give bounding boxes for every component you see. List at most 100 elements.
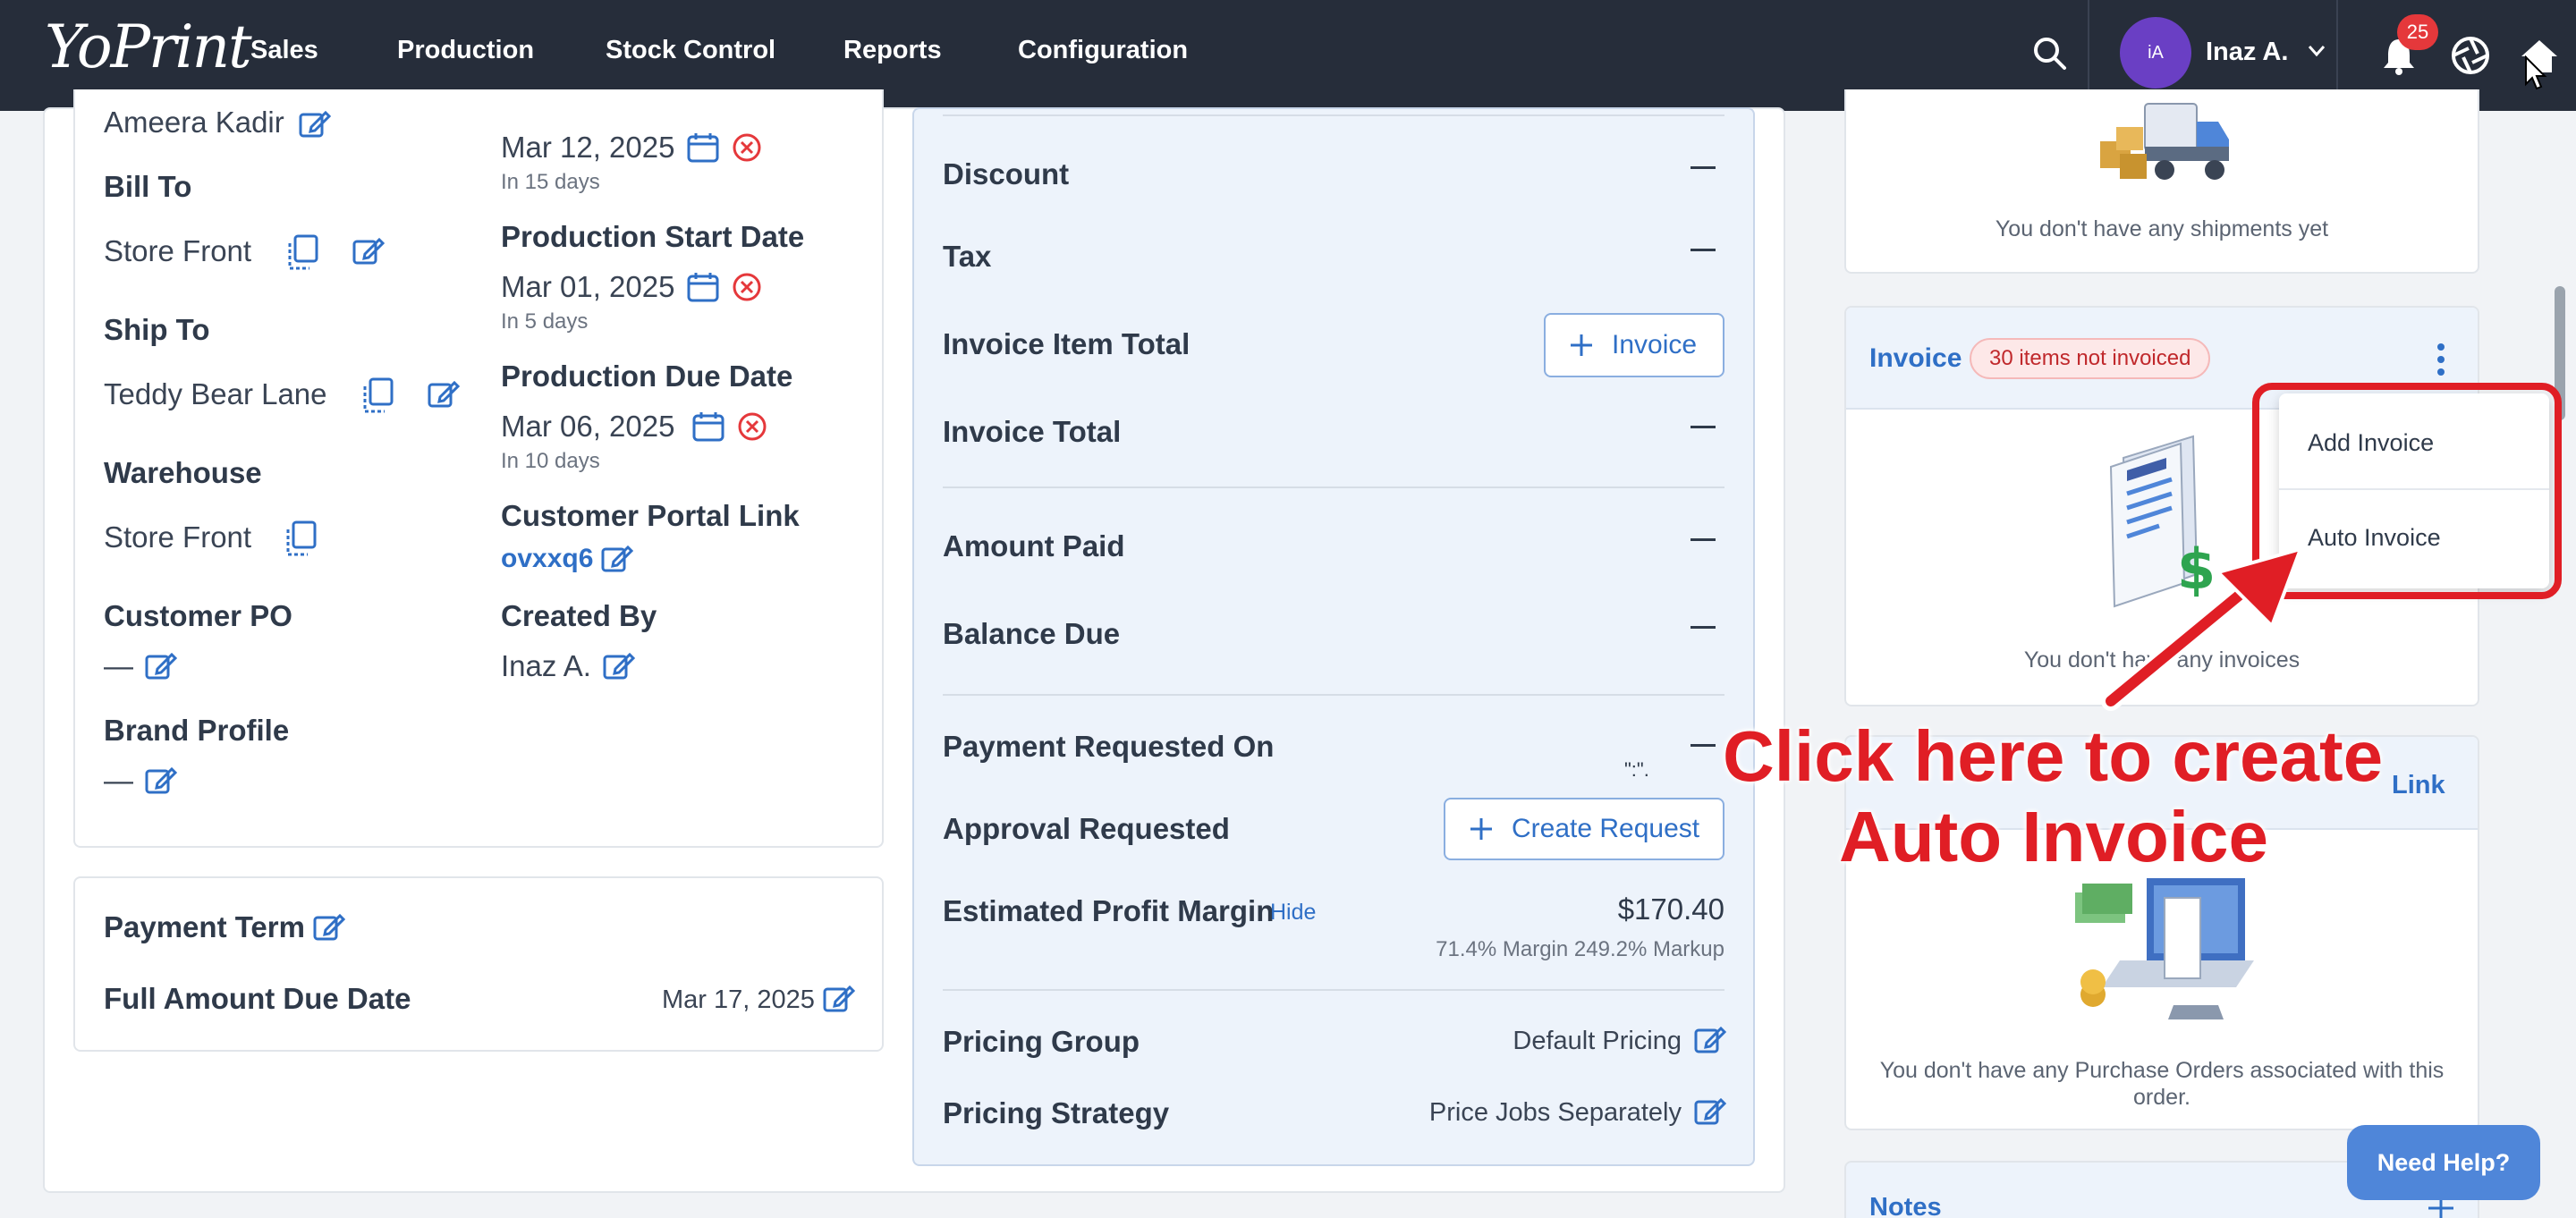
copy-icon[interactable] — [361, 377, 394, 413]
clear-date-icon[interactable] — [737, 411, 767, 442]
payment-requested-label: Payment Requested On — [943, 730, 1275, 763]
edit-icon[interactable] — [145, 651, 177, 681]
margin-markup-text: 71.4% Margin 249.2% Markup — [1436, 937, 1724, 961]
customer-po-value: — — [104, 649, 133, 682]
customer-portal-label: Customer Portal Link — [501, 499, 800, 532]
ship-to-label: Ship To — [104, 313, 210, 346]
link-purchase-order[interactable]: Link — [2392, 771, 2445, 800]
pricing-strategy-label: Pricing Strategy — [943, 1096, 1170, 1129]
edit-icon[interactable] — [603, 651, 635, 681]
amount-paid-label: Amount Paid — [943, 529, 1125, 562]
sales-rep-value: Ameera Kadir — [104, 106, 284, 139]
user-name: Inaz A. — [2206, 38, 2289, 66]
edit-icon[interactable] — [1694, 1025, 1726, 1055]
profit-value: $170.40 — [1617, 892, 1724, 926]
nav-stock-control[interactable]: Stock Control — [606, 36, 775, 65]
bill-to-label: Bill To — [104, 170, 192, 203]
search-icon[interactable] — [2032, 36, 2068, 72]
payment-requested-value — [1690, 744, 1716, 747]
due-date-value: Mar 12, 2025 — [501, 131, 675, 164]
divider — [943, 486, 1724, 488]
notes-title: Notes — [1869, 1193, 1942, 1218]
add-invoice-button-label: Invoice — [1612, 330, 1698, 359]
discount-value — [1690, 166, 1716, 169]
create-request-button-label: Create Request — [1512, 814, 1700, 843]
edit-icon[interactable] — [1694, 1096, 1726, 1127]
edit-icon[interactable] — [601, 544, 633, 574]
tax-label: Tax — [943, 240, 992, 273]
nav-production[interactable]: Production — [397, 36, 534, 65]
divider — [943, 694, 1724, 696]
warehouse-label: Warehouse — [104, 456, 262, 489]
balance-due-label: Balance Due — [943, 617, 1121, 650]
purchase-orders-empty-text: You don't have any Purchase Orders assoc… — [1879, 1058, 2445, 1110]
production-due-relative: In 10 days — [501, 449, 600, 473]
need-help-button[interactable]: Need Help? — [2347, 1125, 2540, 1200]
brand-profile-label: Brand Profile — [104, 714, 290, 747]
plus-icon — [1469, 816, 1494, 842]
plus-icon — [1569, 333, 1594, 358]
annotation-arrow — [2093, 537, 2308, 715]
annotation-text-line1: Click here to create — [1723, 716, 2384, 796]
full-amount-due-label: Full Amount Due Date — [104, 982, 411, 1015]
brand-profile-value: — — [104, 764, 133, 797]
notification-badge: 25 — [2397, 14, 2438, 50]
avatar: iA — [2120, 17, 2191, 89]
customer-portal-link[interactable]: ovxxq6 — [501, 544, 593, 574]
created-by-label: Created By — [501, 599, 657, 632]
pricing-group-label: Pricing Group — [943, 1025, 1140, 1058]
payment-term-card — [73, 876, 884, 1052]
clear-date-icon[interactable] — [732, 272, 762, 302]
add-invoice-button[interactable]: Invoice — [1544, 313, 1724, 377]
edit-icon[interactable] — [299, 109, 331, 140]
discount-label: Discount — [943, 157, 1070, 190]
invoice-total-label: Invoice Total — [943, 415, 1122, 448]
divider — [943, 114, 1724, 116]
calendar-icon[interactable] — [692, 411, 724, 442]
balance-due-value — [1690, 626, 1716, 629]
warehouse-value: Store Front — [104, 520, 252, 554]
edit-icon[interactable] — [145, 765, 177, 796]
chevron-down-icon — [2308, 45, 2326, 57]
clear-date-icon[interactable] — [732, 132, 762, 163]
mouse-cursor-icon — [2524, 55, 2547, 91]
edit-icon[interactable] — [352, 236, 385, 266]
pricing-strategy-value: Price Jobs Separately — [1428, 1098, 1682, 1127]
profit-margin-label: Estimated Profit Margin — [943, 894, 1275, 927]
aperture-icon[interactable] — [2451, 36, 2490, 75]
invoice-item-total-label: Invoice Item Total — [943, 327, 1191, 360]
divider — [943, 989, 1724, 991]
purchase-orders-illustration — [2066, 871, 2254, 1023]
production-due-value: Mar 06, 2025 — [501, 410, 675, 443]
bill-to-value: Store Front — [104, 234, 252, 267]
calendar-icon[interactable] — [687, 132, 719, 163]
due-date-relative: In 15 days — [501, 170, 600, 194]
create-request-button[interactable]: Create Request — [1444, 798, 1724, 860]
created-by-value: Inaz A. — [501, 649, 591, 682]
yoprint-logo[interactable]: YoPrint — [45, 13, 252, 81]
shipments-empty-text: You don't have any shipments yet — [1995, 216, 2329, 241]
production-due-label: Production Due Date — [501, 359, 793, 393]
calendar-icon[interactable] — [687, 272, 719, 302]
full-amount-due-value: Mar 17, 2025 — [662, 985, 815, 1014]
customer-po-label: Customer PO — [104, 599, 292, 632]
production-start-label: Production Start Date — [501, 220, 805, 253]
nav-reports[interactable]: Reports — [843, 36, 942, 65]
payment-term-label: Payment Term — [104, 910, 305, 943]
nav-configuration[interactable]: Configuration — [1018, 36, 1188, 65]
copy-icon[interactable] — [286, 234, 318, 270]
copy-icon[interactable] — [284, 520, 317, 556]
approval-requested-label: Approval Requested — [943, 812, 1230, 845]
invoice-total-value — [1690, 426, 1716, 428]
stray-text: ":". — [1624, 758, 1649, 781]
kebab-menu-icon[interactable] — [2433, 342, 2449, 377]
edit-icon[interactable] — [428, 379, 460, 410]
hide-profit-link[interactable]: Hide — [1270, 900, 1316, 926]
production-start-value: Mar 01, 2025 — [501, 270, 675, 303]
edit-icon[interactable] — [313, 912, 345, 943]
shipment-truck-illustration — [2093, 95, 2236, 188]
tax-value — [1690, 249, 1716, 251]
invoice-card-title: Invoice — [1869, 343, 1962, 373]
edit-icon[interactable] — [823, 984, 855, 1014]
nav-sales[interactable]: Sales — [250, 36, 318, 65]
